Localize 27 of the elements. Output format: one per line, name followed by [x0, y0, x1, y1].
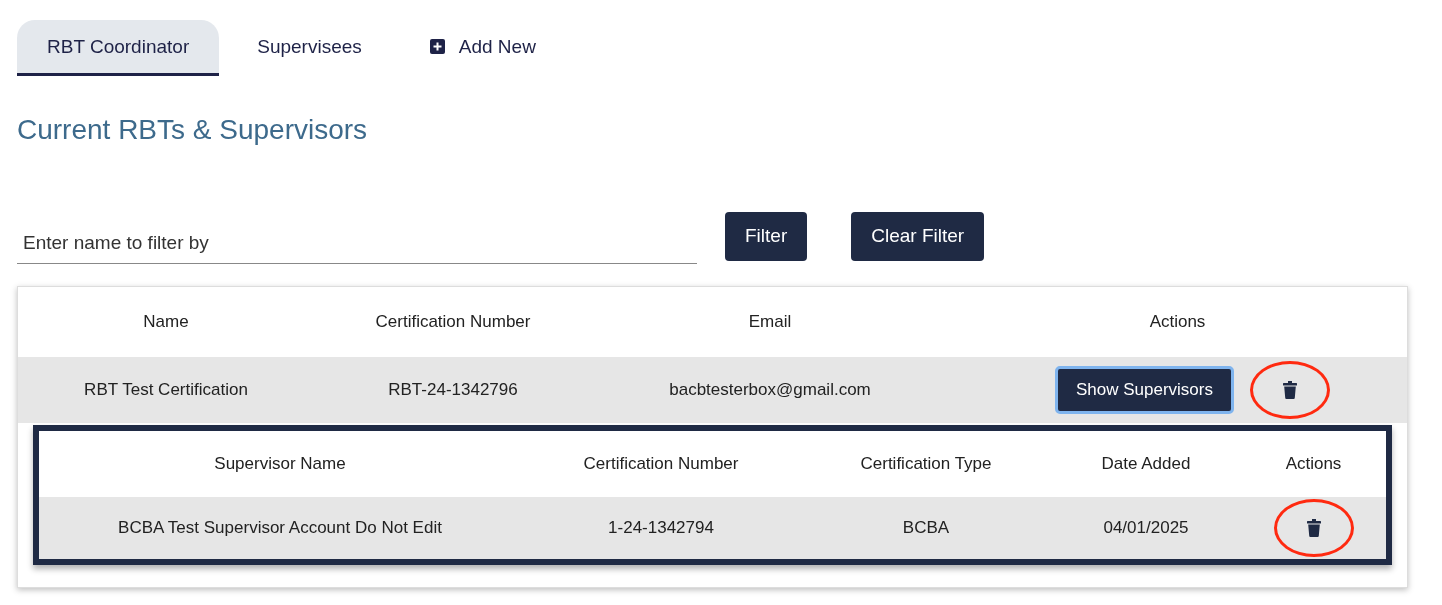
- table-cell-text: BCBA: [901, 518, 951, 538]
- column-header: Actions: [1148, 312, 1207, 332]
- table-cell-text: BCBA Test Supervisor Account Do Not Edit: [117, 518, 443, 538]
- column-header: Certification Number: [374, 312, 532, 332]
- tab[interactable]: RBT Coordinator: [17, 20, 220, 76]
- column-header: Date Added: [1100, 454, 1192, 474]
- clear-filter-button[interactable]: Clear Filter: [851, 211, 985, 261]
- table-cell-text: bacbtesterbox@gmail.com: [668, 380, 872, 400]
- tab[interactable]: Add New: [399, 20, 566, 76]
- filter-button[interactable]: Filter: [725, 211, 808, 261]
- delete-button[interactable]: [1280, 379, 1300, 401]
- table-cell-text: RBT-24-1342796: [387, 380, 519, 400]
- table-cell-text: RBT Test Certification: [83, 380, 249, 400]
- page-heading: Current RBTs & Supervisors: [17, 114, 369, 146]
- table-cell-text: 04/01/2025: [1102, 518, 1190, 538]
- column-header: Certification Type: [859, 454, 993, 474]
- plus-square-icon: [429, 39, 445, 54]
- column-header: Actions: [1284, 454, 1343, 474]
- column-header: Name: [142, 312, 190, 332]
- trash-icon: [1306, 519, 1321, 537]
- column-header: Email: [747, 312, 793, 332]
- trash-icon: [1283, 381, 1297, 399]
- show-supervisors-button[interactable]: Show Supervisors: [1055, 366, 1234, 414]
- tab[interactable]: Supervisees: [227, 20, 392, 76]
- table-cell-text: 1-24-1342794: [607, 518, 715, 538]
- column-header: Supervisor Name: [213, 454, 347, 474]
- column-header: Certification Number: [582, 454, 740, 474]
